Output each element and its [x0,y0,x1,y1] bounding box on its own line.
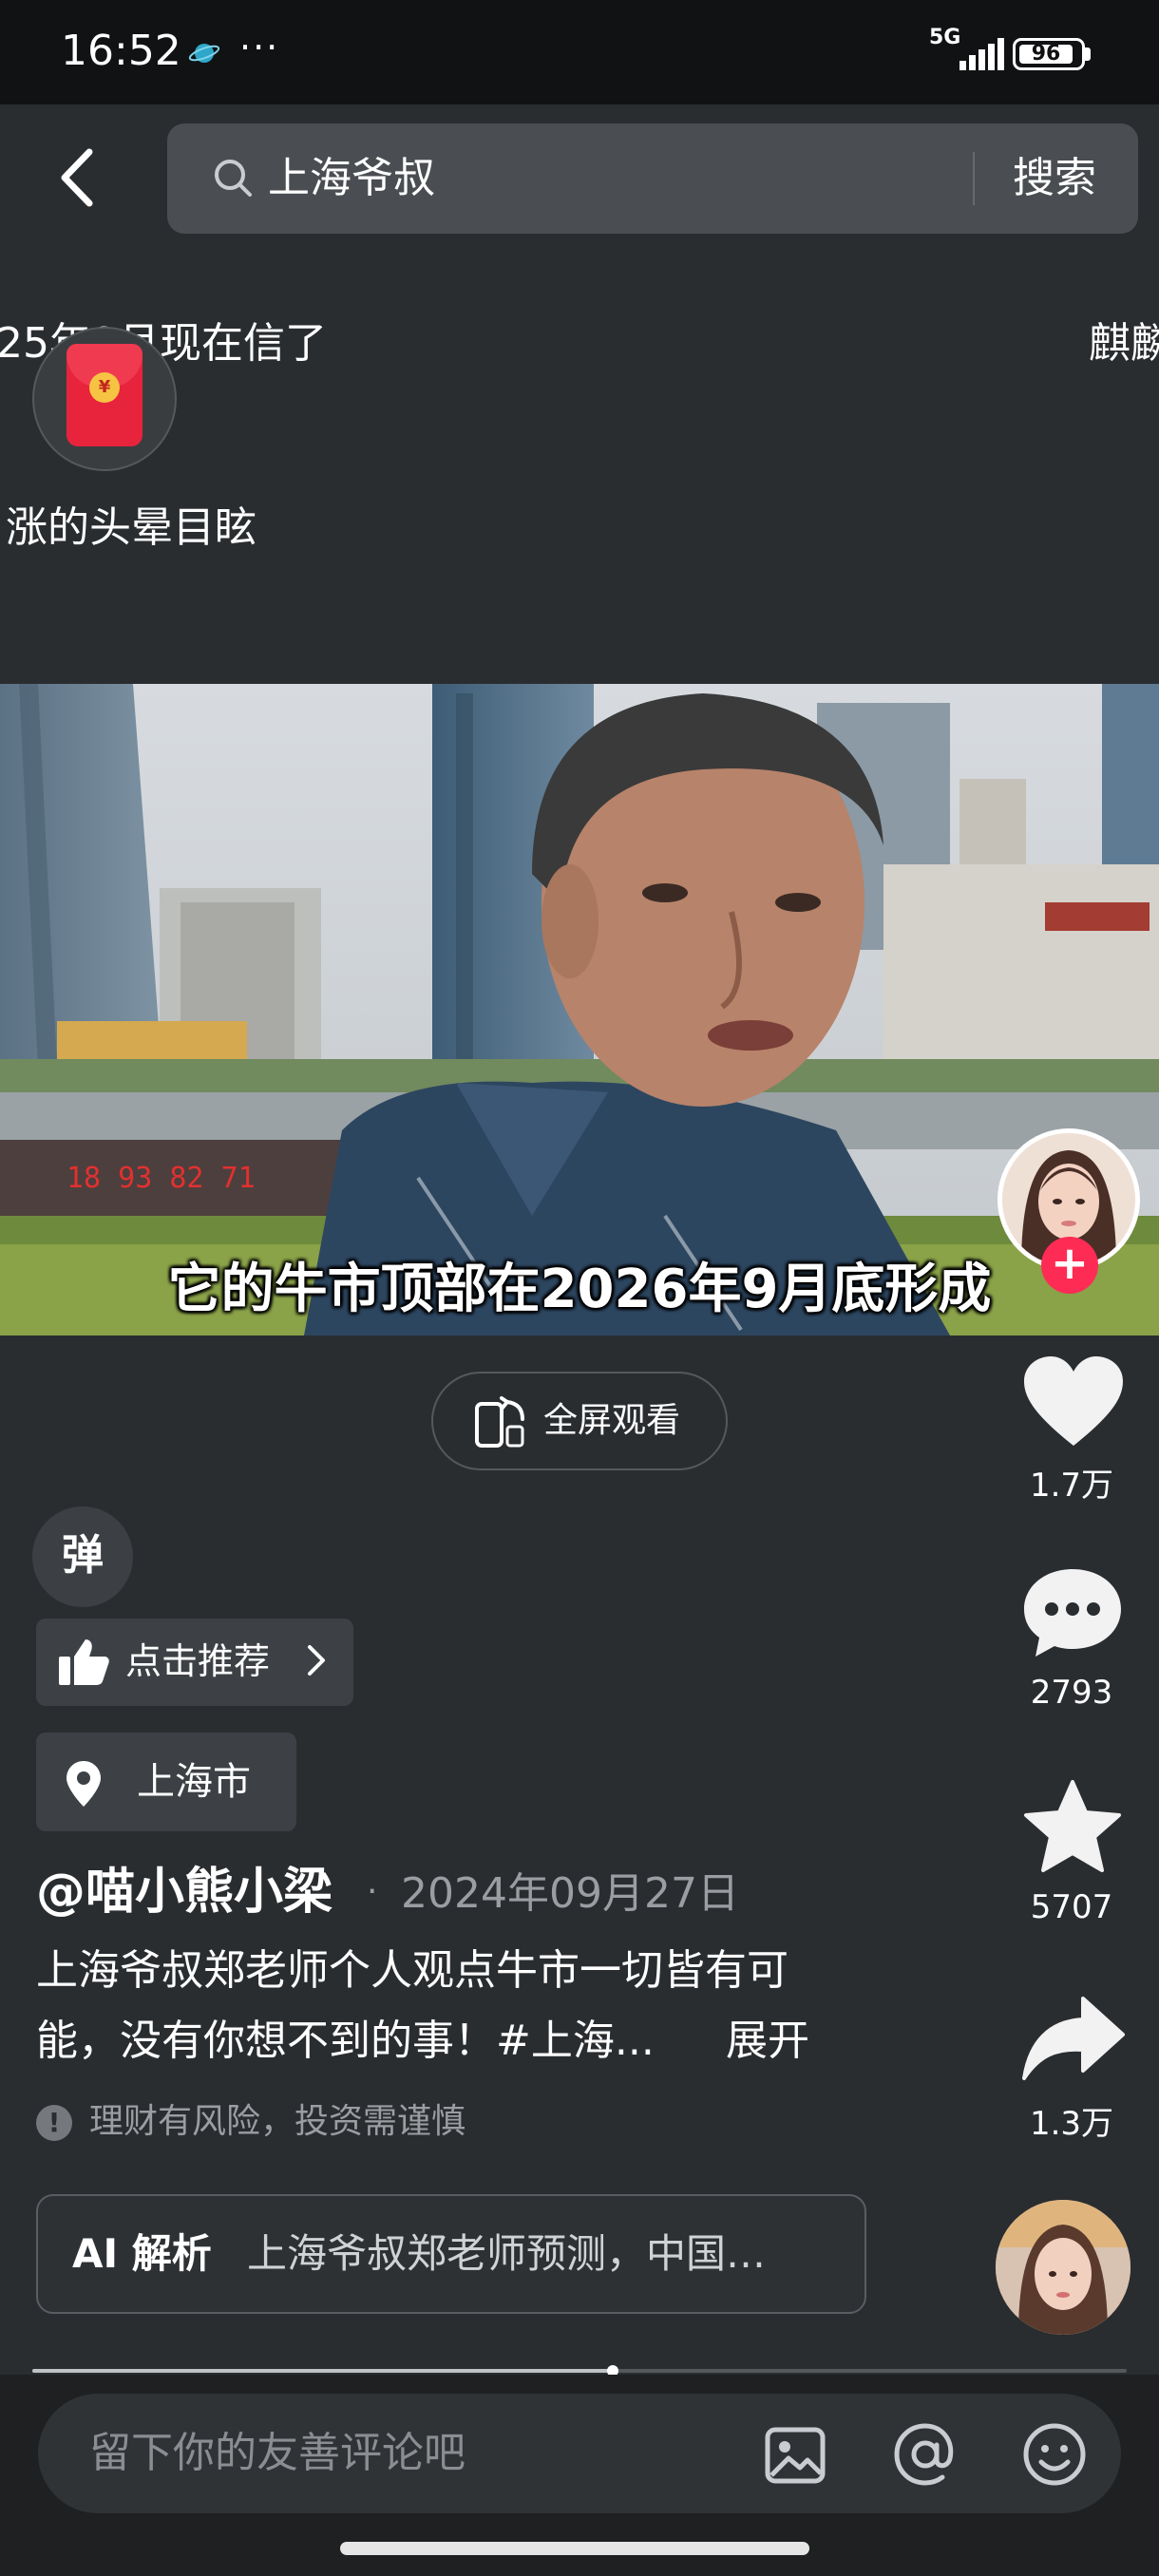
location-label: 上海市 [137,1760,251,1804]
author-name[interactable]: @喵小熊小梁 [36,1858,332,1926]
video-subtitle: 它的牛市顶部在2026年9月底形成 [167,1259,992,1320]
favorite-count: 5707 [1030,1888,1113,1926]
status-time: 16:52 [61,27,181,75]
at-mention-icon[interactable] [891,2420,960,2489]
heart-icon[interactable] [1020,1354,1127,1449]
search-button[interactable]: 搜索 [988,142,1121,215]
fullscreen-label: 全屏观看 [543,1401,681,1440]
back-icon[interactable] [48,142,108,213]
video-frame-image: 18 93 82 71 [0,684,1159,1335]
rotate-screen-icon [475,1396,524,1448]
network-type: 5G [929,26,961,49]
floating-comment-right: 麒麟 [1089,319,1159,368]
battery-tip [1085,47,1091,61]
planet-icon [188,44,220,63]
share-count: 1.3万 [1029,2105,1114,2143]
floating-comment-2: 涨的头晕目眩 [6,503,256,552]
ai-analysis-summary: 上海爷叔郑老师预测，中国… [247,2230,767,2277]
separator-dot: · [367,1872,378,1911]
home-indicator[interactable] [340,2542,809,2555]
comment-icon[interactable] [1020,1565,1125,1660]
battery-level: 96 [1031,42,1061,66]
emoji-icon[interactable] [1020,2420,1089,2489]
star-icon[interactable] [1020,1778,1125,1877]
svg-text:18 93 82 71: 18 93 82 71 [66,1162,256,1195]
post-date: 2024年09月27日 [401,1869,739,1918]
danmaku-toggle[interactable]: 弹 [32,1506,133,1607]
caption-line-2: 能，没有你想不到的事！#上海... [36,2017,655,2065]
expand-button[interactable]: 展开 [726,2010,809,2073]
music-disc-image [996,2200,1130,2335]
video-progress-fill [32,2369,613,2373]
red-packet-coin: ¥ [89,372,120,403]
signal-icon [960,38,1004,70]
search-icon [215,160,252,197]
like-count: 1.7万 [1029,1467,1114,1505]
risk-notice: 理财有风险，投资需谨慎 [89,2102,466,2141]
chevron-right-icon [308,1645,325,1676]
status-more-icon: ··· [239,27,280,68]
share-icon[interactable] [1020,1993,1127,2084]
location-pin-icon [66,1761,101,1807]
search-input[interactable]: 上海爷叔 [268,148,435,209]
comment-count: 2793 [1030,1674,1113,1712]
follow-button[interactable]: + [1041,1237,1098,1294]
caption-line-1: 上海爷叔郑老师个人观点牛市一切皆有可 [36,1946,788,1995]
image-icon[interactable] [764,2424,826,2487]
comment-placeholder: 留下你的友善评论吧 [89,2429,466,2477]
recommend-label: 点击推荐 [125,1640,271,1682]
ai-analysis-label: AI 解析 [72,2230,212,2277]
battery-icon: 96 [1013,38,1085,70]
thumbs-up-icon [59,1639,109,1685]
music-disc[interactable] [996,2200,1130,2335]
search-divider [973,152,975,205]
video-player[interactable]: 18 93 82 71 [0,684,1159,1335]
warning-icon: ! [36,2105,72,2141]
